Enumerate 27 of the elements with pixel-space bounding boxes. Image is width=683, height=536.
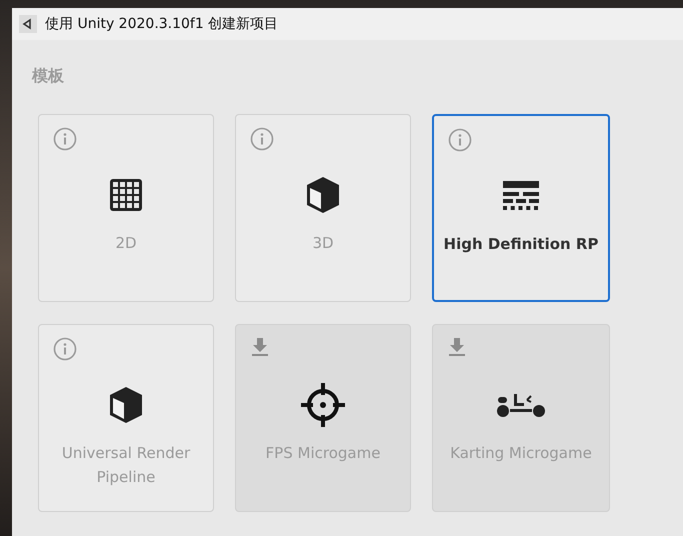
info-icon[interactable]	[250, 127, 274, 151]
cube-icon	[304, 175, 342, 215]
template-label: Karting Microgame	[450, 443, 592, 464]
info-icon[interactable]	[53, 337, 77, 361]
unity-logo-icon	[19, 15, 37, 33]
template-label: FPS Microgame	[266, 443, 380, 464]
template-label: Universal Render Pipeline	[60, 443, 192, 488]
grid-icon	[108, 177, 144, 213]
cube-icon	[107, 385, 145, 425]
template-label: High Definition RP	[444, 234, 598, 255]
template-card[interactable]: Universal Render Pipeline	[38, 324, 214, 512]
window-title: 使用 Unity 2020.3.10f1 创建新项目	[45, 14, 278, 34]
template-card[interactable]: High Definition RP	[432, 114, 610, 302]
template-label: 2D	[115, 233, 137, 254]
layers-icon	[503, 181, 539, 211]
kart-icon	[496, 392, 546, 418]
info-icon[interactable]	[448, 128, 472, 152]
crosshair-icon	[301, 383, 345, 427]
template-label: 3D	[312, 233, 334, 254]
template-card[interactable]: FPS Microgame	[235, 324, 411, 512]
section-title: 模板	[32, 65, 64, 87]
download-icon[interactable]	[250, 337, 270, 357]
info-icon[interactable]	[53, 127, 77, 151]
download-icon[interactable]	[447, 337, 467, 357]
template-card[interactable]: 3D	[235, 114, 411, 302]
template-card[interactable]: 2D	[38, 114, 214, 302]
template-card[interactable]: Karting Microgame	[432, 324, 610, 512]
